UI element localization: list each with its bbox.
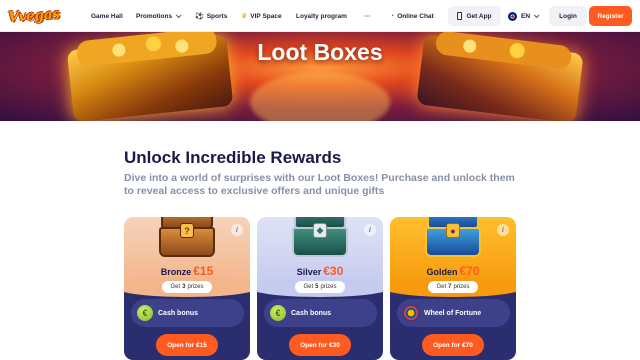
logo-text: Vvegas [7,6,61,26]
online-chat-label: Online Chat [397,12,434,20]
page-subtitle: Dive into a world of surprises with our … [124,172,515,197]
nav-promotions-label: Promotions [136,12,173,20]
loot-box-card-golden: i ● Golden €70 Get 7 prizes Wheel of Fortun… [390,217,516,360]
uk-flag-icon [508,11,517,21]
soccer-ball-icon: ⚽ [195,13,204,20]
get-app-label: Get App [466,12,492,20]
card-title: Silver €30 [257,264,383,278]
card-price: €15 [193,264,214,278]
open-golden-button[interactable]: Open for €70 [422,334,484,356]
crown-icon: ♛ [241,13,248,20]
card-name: Silver [296,267,322,277]
nav-loyalty-program[interactable]: Loyalty program [296,0,347,32]
hero-banner: Loot Boxes [0,32,640,121]
info-icon[interactable]: i [497,224,509,236]
login-label: Login [559,12,577,20]
page-title: Unlock Incredible Rewards [124,148,342,167]
banner-glow [250,72,390,121]
prize-label: Wheel of Fortune [424,309,482,317]
more-dots-icon: ··· [364,12,371,20]
register-button[interactable]: Register [589,6,632,26]
login-button[interactable]: Login [549,6,587,26]
wheel-of-fortune-icon [403,305,419,321]
nav-vip-space-label: VIP Space [250,12,282,20]
site-logo[interactable]: Vvegas [7,5,61,27]
nav-promotions[interactable]: Promotions [136,0,182,32]
chevron-down-icon [176,12,182,19]
banner-title: Loot Boxes [257,39,383,65]
prizes-count: 7 [448,284,452,290]
prize-item: € Cash bonus [131,299,244,327]
nav-game-hall[interactable]: Game Hall [91,0,123,32]
silver-chest-icon: ◆ [290,217,350,257]
open-silver-button[interactable]: Open for €30 [289,334,351,356]
bronze-chest-icon: ? [157,217,217,257]
prizes-count: 3 [182,284,186,290]
coin-icon: € [270,305,286,321]
card-title: Bronze €15 [124,264,250,278]
language-label: EN [521,12,531,20]
prizes-badge: Get 7 prizes [428,281,478,293]
nav-vip-space[interactable]: ♛ VIP Space [241,0,282,32]
loot-box-card-silver: i ◆ Silver €30 Get 5 prizes € Cash bonus Ope… [257,217,383,360]
more-menu-button[interactable]: ··· [364,0,371,32]
get-app-button[interactable]: Get App [448,6,501,26]
prizes-badge: Get 3 prizes [162,281,212,293]
nav-game-hall-label: Game Hall [91,12,123,20]
prize-label: Cash bonus [291,309,332,317]
card-name: Golden [426,267,458,277]
nav-sports-label: Sports [206,12,228,20]
golden-chest-icon: ● [423,217,483,257]
prize-item: € Cash bonus [264,299,377,327]
prizes-badge: Get 5 prizes [295,281,345,293]
chat-icon: ◔ [390,12,395,20]
coin-icon: € [137,305,153,321]
card-title: Golden €70 [390,264,516,278]
chevron-down-icon [533,12,540,19]
loot-box-card-bronze: i ? Bronze €15 Get 3 prizes € Cash bonus Ope… [124,217,250,360]
card-name: Bronze [160,267,192,277]
register-label: Register [597,12,624,20]
phone-icon [457,12,463,20]
top-navbar: Vvegas Game Hall Promotions ⚽ Sports ♛ VIP… [0,0,640,32]
nav-loyalty-label: Loyalty program [296,12,347,20]
prizes-count: 5 [315,284,319,290]
info-icon[interactable]: i [364,224,376,236]
prize-label: Cash bonus [158,309,199,317]
language-selector[interactable]: EN [508,6,540,26]
prize-item: Wheel of Fortune [397,299,510,327]
info-icon[interactable]: i [231,224,243,236]
nav-sports[interactable]: ⚽ Sports [195,0,227,32]
card-price: €70 [459,264,480,278]
open-bronze-button[interactable]: Open for €15 [156,334,218,356]
online-chat-button[interactable]: ◔ Online Chat [390,0,434,32]
card-price: €30 [323,264,344,278]
